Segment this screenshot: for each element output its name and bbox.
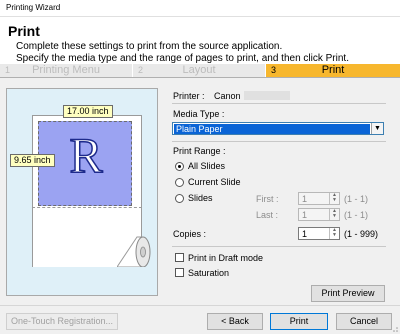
resize-grip-icon[interactable] [390, 324, 398, 332]
radio-slides[interactable] [175, 194, 184, 203]
divider [172, 103, 386, 104]
divider [172, 141, 386, 142]
one-touch-registration-button[interactable]: One-Touch Registration... [6, 313, 118, 330]
subtitle-line-1: Complete these settings to print from th… [16, 41, 283, 52]
last-page-stepper[interactable]: 1 ▲ ▼ [298, 208, 340, 221]
step-layout: 2 Layout [133, 64, 266, 77]
printer-model-redacted [244, 91, 290, 100]
copies-label: Copies : [173, 229, 207, 239]
divider [172, 246, 386, 247]
footer-divider [0, 305, 400, 306]
draft-mode-checkbox[interactable] [175, 253, 184, 262]
last-label: Last : [256, 210, 279, 220]
first-range: (1 - 1) [344, 194, 369, 204]
copies-value: 1 [302, 229, 308, 239]
radio-slides-label[interactable]: Slides [188, 193, 213, 203]
saturation-checkbox[interactable] [175, 268, 184, 277]
print-button[interactable]: Print [270, 313, 328, 330]
last-page-value: 1 [302, 210, 308, 220]
print-range-label: Print Range : [173, 146, 226, 156]
page-title: Print [8, 23, 40, 39]
step-label: Printing Menu [32, 64, 100, 76]
radio-all-slides-label[interactable]: All Slides [188, 161, 225, 171]
step-label: Print [321, 64, 345, 76]
step-printing-menu: 1 Printing Menu [0, 64, 133, 77]
last-range: (1 - 1) [344, 210, 369, 220]
printer-name: Canon [214, 91, 241, 101]
first-page-value: 1 [302, 194, 308, 204]
printer-label: Printer : [173, 91, 205, 101]
saturation-label[interactable]: Saturation [188, 268, 229, 278]
header-divider [0, 77, 400, 78]
print-preview-button[interactable]: Print Preview [311, 285, 385, 302]
radio-all-slides[interactable] [175, 162, 184, 171]
chevron-down-icon[interactable]: ▼ [371, 123, 383, 134]
spinner-arrows-icon[interactable]: ▲ ▼ [329, 193, 339, 204]
spinner-arrows-icon[interactable]: ▲ ▼ [329, 209, 339, 220]
draft-mode-label[interactable]: Print in Draft mode [188, 253, 263, 263]
page-subtitle: Complete these settings to print from th… [16, 41, 349, 65]
height-dimension-label: 9.65 inch [10, 154, 55, 167]
width-dimension-label: 17.00 inch [63, 105, 113, 118]
radio-current-slide[interactable] [175, 178, 184, 187]
step-print: 3 Print [266, 64, 400, 77]
media-type-label: Media Type : [173, 109, 225, 119]
cancel-button[interactable]: Cancel [336, 313, 392, 330]
media-type-select[interactable]: Plain Paper ▼ [172, 122, 384, 135]
window-titlebar: Printing Wizard [0, 0, 400, 17]
spinner-arrows-icon[interactable]: ▲ ▼ [329, 228, 339, 239]
copies-range: (1 - 999) [344, 229, 379, 239]
step-label: Layout [182, 64, 216, 76]
paper-roll-icon [117, 236, 151, 267]
wizard-steps: 1 Printing Menu 2 Layout 3 Print [0, 64, 400, 77]
first-label: First : [256, 194, 279, 204]
first-page-stepper[interactable]: 1 ▲ ▼ [298, 192, 340, 205]
back-button[interactable]: < Back [207, 313, 263, 330]
print-preview-pane: R 17.00 inch 9.65 inch [6, 88, 158, 296]
radio-current-slide-label[interactable]: Current Slide [188, 177, 241, 187]
copies-stepper[interactable]: 1 ▲ ▼ [298, 227, 340, 240]
media-type-value: Plain Paper [174, 124, 370, 134]
window-title: Printing Wizard [6, 3, 61, 12]
cut-line [32, 207, 142, 208]
